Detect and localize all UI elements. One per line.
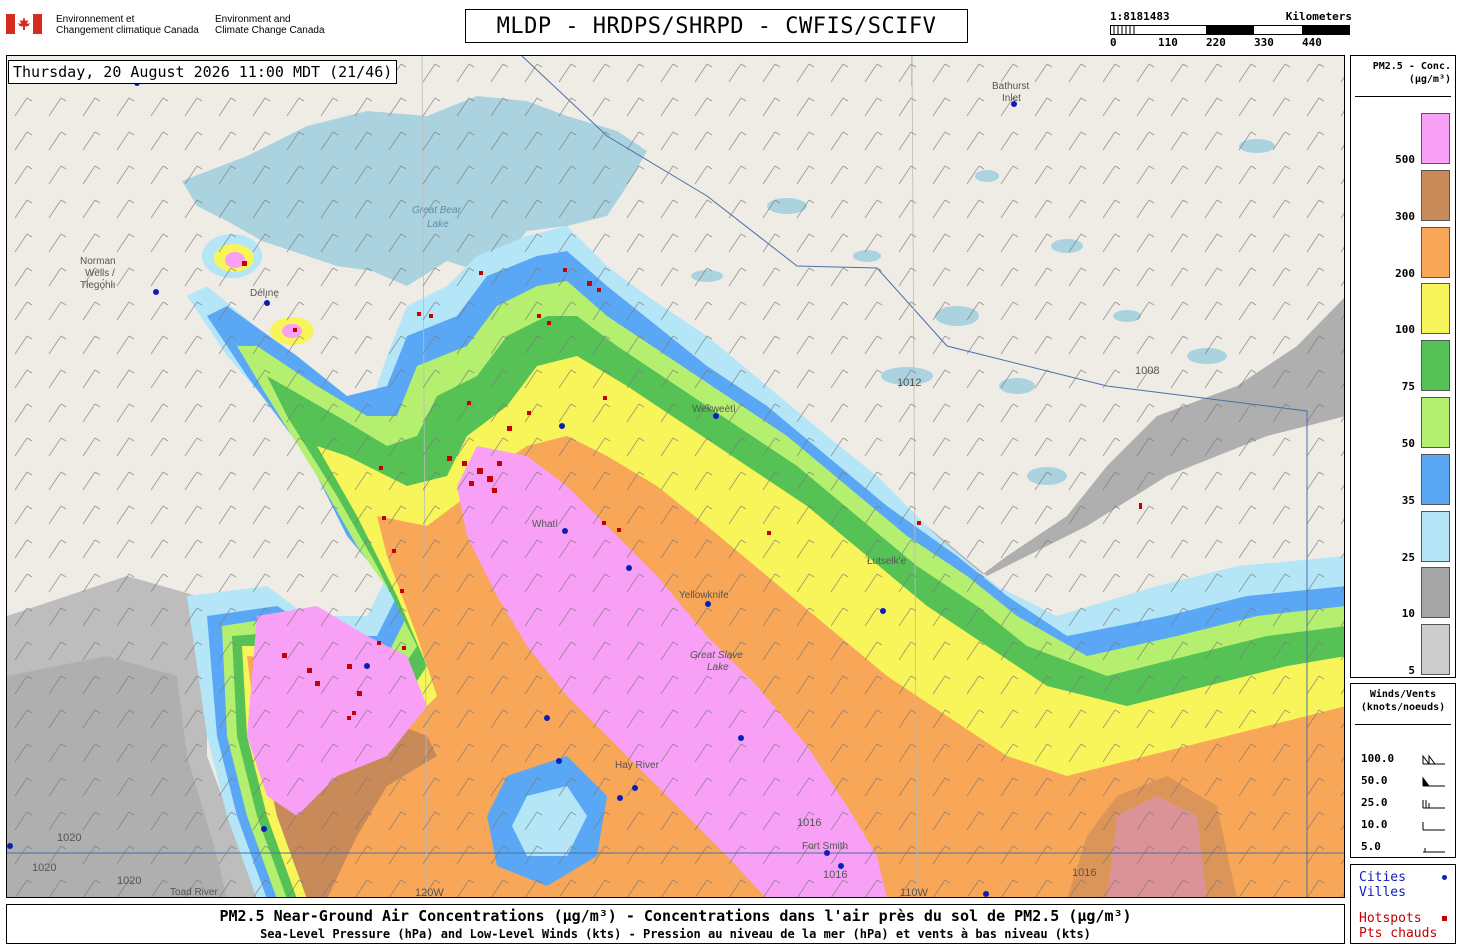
scale-ratio: 1:8181483 (1110, 10, 1170, 23)
wind-barbs-overlay (7, 56, 1344, 897)
caption-line-1: PM2.5 Near-Ground Air Concentrations (µg… (219, 907, 1132, 925)
map-caption: PM2.5 Near-Ground Air Concentrations (µg… (6, 904, 1345, 944)
legend-level-label: 5 (1408, 664, 1415, 678)
legend-level-label: 500 (1395, 153, 1415, 166)
wind-legend-item: 10.0 (1361, 818, 1388, 831)
label-norman-wells-3: Tłegǫ́hłı (80, 278, 116, 291)
agency-name-fr: Environnement et Changement climatique Ca… (56, 14, 199, 36)
legend-level-label: 100 (1395, 323, 1415, 337)
legend-level-label: 50 (1401, 437, 1415, 450)
legend-level-label: 35 (1401, 493, 1415, 507)
wind-barb-icon (1423, 848, 1445, 853)
agency-name-en: Environment and Climate Change Canada (215, 14, 325, 36)
legend-level-label: 75 (1401, 380, 1415, 394)
agency-header: Environnement et Changement climatique Ca… (6, 12, 336, 42)
label-toad-river: Toad River (170, 887, 218, 898)
scale-ticks: 0 110 220 330 440 (1110, 36, 1350, 50)
meridian-label: 120W (415, 887, 444, 898)
wind-barb-icon (1422, 776, 1445, 787)
hotspot-square-icon (1442, 916, 1447, 921)
points-legend: Cities Villes Hotspots Pts chauds (1350, 864, 1456, 944)
legend-swatch (1421, 169, 1450, 221)
wind-legend-item: 25.0 (1361, 796, 1388, 809)
wind-legend-item: 100.0 (1361, 752, 1395, 765)
isobar-label: 1012 (897, 377, 921, 389)
caption-line-2: Sea-Level Pressure (hPa) and Low-Level W… (260, 927, 1091, 941)
label-great-slave-2: Lake (707, 662, 729, 673)
legend-title: PM2.5 - Conc. (µg/m³) (1372, 61, 1451, 85)
label-bathurst-2: Inlet (1002, 93, 1021, 104)
legend-swatch (1421, 453, 1450, 505)
label-great-bear-lake-2: Lake (427, 219, 449, 230)
legend-level-label: 10 (1401, 607, 1415, 621)
isobar-label: 1020 (117, 875, 141, 887)
wind-barb-icon (1422, 754, 1445, 765)
scale-bar: 1:8181483 Kilometers 0 110 220 330 440 (1110, 10, 1352, 50)
wind-legend-item: 50.0 (1361, 774, 1388, 787)
legend-swatch (1421, 283, 1450, 335)
legend-level-label: 200 (1395, 266, 1415, 280)
label-deline: Délı̨nę (250, 288, 279, 299)
label-norman-wells: Norman (80, 256, 116, 267)
hotspots-legend: Hotspots Pts chauds (1359, 911, 1438, 941)
scale-tick: 0 (1110, 36, 1117, 49)
legend-level-label: 25 (1401, 550, 1415, 564)
meridian-label: 110W (900, 887, 929, 898)
isobar-label: 1016 (797, 817, 821, 829)
label-hay-river: Hay River (615, 760, 660, 771)
scale-tick: 440 (1302, 36, 1322, 49)
legend-swatch (1421, 113, 1450, 164)
label-norman-wells-2: Wells / (85, 268, 115, 279)
label-lutselke: Łutselk'e (867, 556, 907, 567)
wind-legend: Winds/Vents (knots/noeuds) 100.0 50.0 25.… (1350, 683, 1456, 858)
isobar-label: 1016 (1072, 867, 1096, 879)
label-bathurst: Bathurst (992, 81, 1029, 92)
isobar-label: 1020 (57, 832, 81, 844)
legend-level-label: 300 (1395, 209, 1415, 223)
smoke-forecast-map[interactable]: Great Bear Lake Norman Wells / Tłegǫ́hłı… (6, 55, 1345, 898)
cities-legend: Cities Villes (1359, 870, 1406, 900)
label-great-slave: Great Slave (690, 650, 743, 661)
legend-swatch (1421, 397, 1450, 448)
scale-tick: 330 (1254, 36, 1274, 49)
label-great-bear-lake: Great Bear (412, 205, 462, 216)
label-whati: Whatì (532, 519, 558, 530)
page-title: MLDP - HRDPS/SHRPD - CWFIS/SCIFV (465, 9, 968, 43)
city-dot-icon (1442, 875, 1447, 880)
wind-barb-icon (1422, 800, 1445, 809)
wind-legend-title: Winds/Vents (knots/noeuds) (1360, 689, 1446, 713)
pm25-legend: PM2.5 - Conc. (µg/m³) 500 300 200 100 75 50 35 2… (1350, 55, 1456, 678)
wind-legend-item: 5.0 (1361, 840, 1381, 853)
scale-tick: 220 (1206, 36, 1226, 49)
legend-swatch (1421, 567, 1450, 619)
forecast-timestamp: Thursday, 20 August 2026 11:00 MDT (21/4… (8, 60, 398, 84)
scale-bar-graphic (1110, 25, 1350, 35)
scale-tick: 110 (1158, 36, 1178, 49)
wind-barb-icon (1422, 822, 1445, 831)
isobar-label: 1020 (32, 862, 56, 874)
canada-flag-icon (6, 14, 42, 34)
label-yellowknife: Yellowknife (679, 590, 729, 601)
isobar-label: 1016 (823, 869, 847, 881)
scale-unit: Kilometers (1285, 10, 1352, 23)
map-canvas: Great Bear Lake Norman Wells / Tłegǫ́hłı… (7, 56, 1344, 898)
label-wekweeti: Wekweètì (692, 404, 736, 415)
legend-swatch (1421, 340, 1450, 392)
isobar-label: 1008 (1135, 365, 1159, 377)
legend-swatch (1421, 226, 1450, 278)
legend-swatch (1421, 624, 1450, 676)
label-fort-smith: Fort Smith (802, 841, 848, 852)
legend-swatch (1421, 510, 1450, 562)
